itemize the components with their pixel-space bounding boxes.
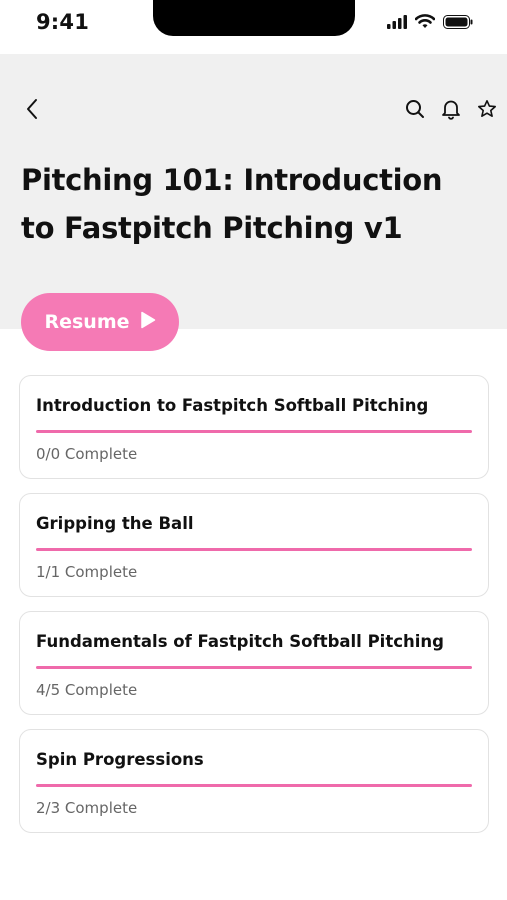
module-status: 0/0 Complete	[36, 445, 138, 463]
status-icons	[387, 14, 473, 29]
module-title: Gripping the Ball	[36, 514, 194, 533]
module-progress-fill	[36, 430, 472, 433]
module-progress-fill	[36, 548, 472, 551]
module-progress-bar	[36, 784, 472, 787]
module-progress-bar	[36, 666, 472, 669]
notifications-button[interactable]	[439, 99, 463, 123]
resume-label: Resume	[44, 311, 130, 333]
module-progress-fill	[36, 784, 472, 787]
bell-icon	[441, 99, 461, 124]
module-title: Spin Progressions	[36, 750, 204, 769]
module-status: 4/5 Complete	[36, 681, 138, 699]
play-icon	[140, 311, 156, 333]
module-progress-bar	[36, 430, 472, 433]
module-progress-bar	[36, 548, 472, 551]
resume-button[interactable]: Resume	[21, 293, 179, 351]
status-bar: 9:41	[0, 0, 507, 54]
search-icon	[405, 99, 425, 123]
module-status: 2/3 Complete	[36, 799, 138, 817]
module-title: Fundamentals of Fastpitch Softball Pitch…	[36, 632, 444, 651]
signal-icon	[387, 14, 407, 29]
module-status: 1/1 Complete	[36, 563, 138, 581]
page-title: Pitching 101: Introduction to Fastpitch …	[21, 163, 443, 245]
module-title: Introduction to Fastpitch Softball Pitch…	[36, 396, 429, 415]
back-button[interactable]	[20, 98, 44, 124]
header-actions	[403, 99, 499, 123]
module-card[interactable]: Introduction to Fastpitch Softball Pitch…	[19, 375, 489, 479]
battery-icon	[443, 14, 473, 29]
star-icon	[477, 99, 497, 123]
chevron-left-icon	[25, 98, 39, 124]
module-card[interactable]: Fundamentals of Fastpitch Softball Pitch…	[19, 611, 489, 715]
wifi-icon	[415, 14, 435, 29]
module-card[interactable]: Spin Progressions 2/3 Complete	[19, 729, 489, 833]
device-notch	[153, 0, 355, 36]
module-progress-fill	[36, 666, 472, 669]
status-time: 9:41	[36, 10, 90, 34]
course-header: Pitching 101: Introduction to Fastpitch …	[0, 54, 507, 329]
module-card[interactable]: Gripping the Ball 1/1 Complete	[19, 493, 489, 597]
search-button[interactable]	[403, 99, 427, 123]
favorite-button[interactable]	[475, 99, 499, 123]
